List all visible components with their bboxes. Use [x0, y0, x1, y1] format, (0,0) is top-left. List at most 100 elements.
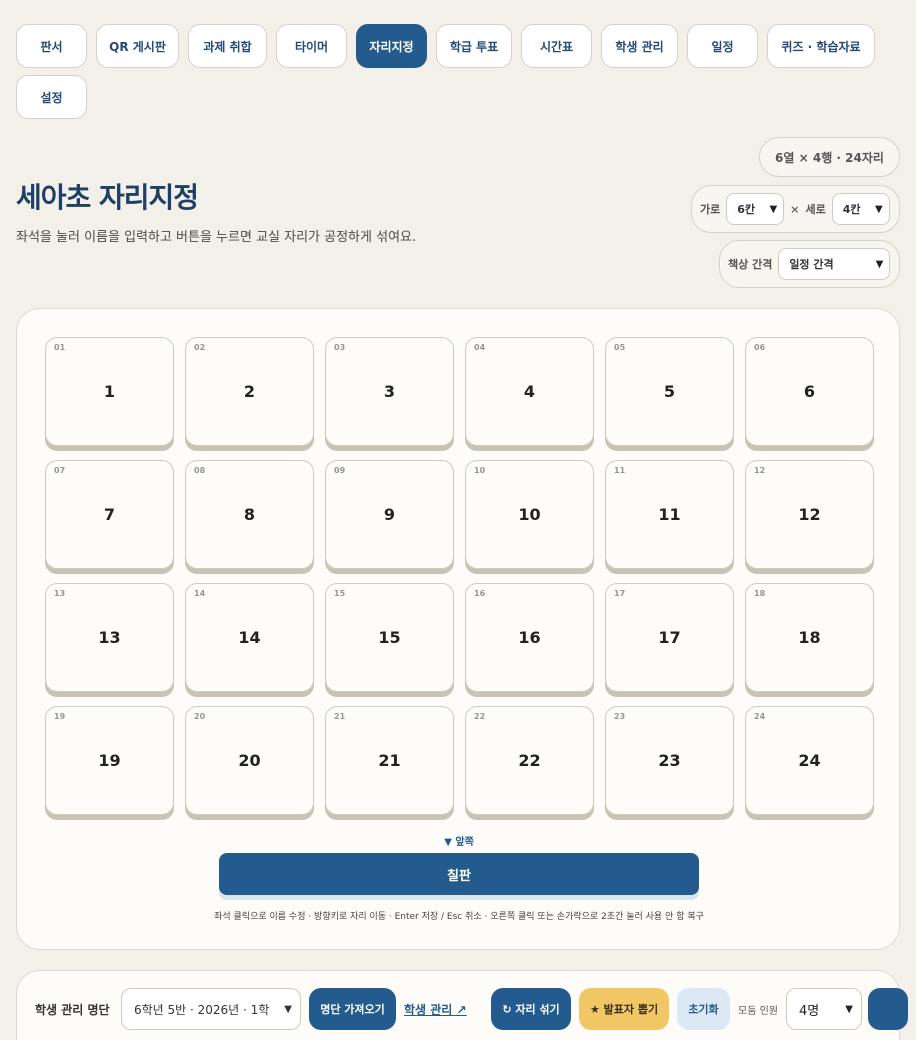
chevron-down-icon: ▼ [875, 203, 883, 215]
seat-number: 14 [194, 589, 206, 598]
seat-card[interactable]: 06 6 [745, 337, 874, 446]
seat-card[interactable]: 15 15 [325, 583, 454, 692]
tab-settings[interactable]: 설정 [16, 75, 87, 119]
seat-card[interactable]: 03 3 [325, 337, 454, 446]
seat-card[interactable]: 21 21 [325, 706, 454, 815]
seat-student-name: 14 [238, 628, 261, 647]
gap-select[interactable]: 일정 간격 ▼ [778, 248, 891, 280]
seat-summary-text: 6열 × 4행 · 24자리 [775, 150, 884, 165]
seat-card[interactable]: 05 5 [605, 337, 734, 446]
seat-card[interactable]: 17 17 [605, 583, 734, 692]
tab-timer[interactable]: 타이머 [276, 24, 347, 68]
seat-number: 21 [334, 712, 346, 721]
rows-label: 세로 [805, 203, 826, 216]
seat-number: 10 [474, 466, 486, 475]
bottom-toolbar: 학생 관리 명단 6학년 5반 · 2026년 · 1학 ▼ 명단 가져오기 학… [16, 970, 908, 1040]
front-label: ▼ 앞쪽 [444, 837, 474, 848]
seat-summary-badge: 6열 × 4행 · 24자리 [759, 137, 900, 177]
seat-student-name: 13 [98, 628, 121, 647]
group-size-select[interactable]: 4명 ▼ [786, 988, 862, 1030]
tab-qr-board[interactable]: QR 게시판 [96, 24, 179, 68]
seat-card[interactable]: 14 14 [185, 583, 314, 692]
chalkboard-label: 칠판 [447, 868, 471, 884]
seat-card[interactable]: 09 9 [325, 460, 454, 569]
seat-number: 07 [54, 466, 66, 475]
seat-number: 23 [614, 712, 626, 721]
import-roster-button[interactable]: 명단 가져오기 [309, 988, 396, 1030]
seat-card[interactable]: 12 12 [745, 460, 874, 569]
seat-card[interactable]: 18 18 [745, 583, 874, 692]
seat-card[interactable]: 23 23 [605, 706, 734, 815]
roster-value: 6학년 5반 · 2026년 · 1학 [134, 1002, 270, 1017]
tab-class-vote[interactable]: 학급 투표 [436, 24, 512, 68]
seat-card[interactable]: 19 19 [45, 706, 174, 815]
seat-card[interactable]: 08 8 [185, 460, 314, 569]
tab-seating[interactable]: 자리지정 [356, 24, 427, 68]
rows-select[interactable]: 4칸 ▼ [831, 193, 890, 225]
group-size-label: 모둠 인원 [738, 1006, 778, 1017]
seat-card[interactable]: 04 4 [465, 337, 594, 446]
seat-card[interactable]: 13 13 [45, 583, 174, 692]
seat-number: 11 [614, 466, 626, 475]
shuffle-seats-button[interactable]: ↻ 자리 섞기 [491, 988, 571, 1030]
seat-number: 12 [754, 466, 766, 475]
chevron-down-icon: ▼ [875, 258, 884, 270]
tab-board[interactable]: 판서 [16, 24, 87, 68]
seat-number: 17 [614, 589, 626, 598]
seat-student-name: 18 [798, 628, 821, 647]
seat-card[interactable]: 22 22 [465, 706, 594, 815]
seat-number: 01 [54, 343, 66, 352]
grid-size-controls: 가로 6칸 ▼ × 세로 4칸 ▼ [691, 185, 900, 233]
gap-label: 책상 간격 [728, 258, 773, 271]
cols-select[interactable]: 6칸 ▼ [726, 193, 785, 225]
student-manage-link[interactable]: 학생 관리 ↗ [404, 1001, 467, 1018]
seat-number: 04 [474, 343, 486, 352]
seat-number: 08 [194, 466, 206, 475]
seat-number: 09 [334, 466, 346, 475]
seat-card[interactable]: 16 16 [465, 583, 594, 692]
cols-label: 가로 [700, 203, 721, 216]
tab-schedule[interactable]: 일정 [687, 24, 758, 68]
seat-number: 16 [474, 589, 486, 598]
pick-presenter-button[interactable]: ★ 발표자 뽑기 [579, 988, 669, 1030]
seat-student-name: 15 [378, 628, 401, 647]
tab-quiz[interactable]: 퀴즈 · 학습자료 [767, 24, 875, 68]
seat-card[interactable]: 02 2 [185, 337, 314, 446]
seat-student-name: 1 [103, 382, 116, 401]
seat-student-name: 3 [383, 382, 396, 401]
seat-student-name: 17 [658, 628, 681, 647]
seat-card[interactable]: 01 1 [45, 337, 174, 446]
seat-card[interactable]: 10 10 [465, 460, 594, 569]
seat-student-name: 9 [383, 505, 396, 524]
more-button[interactable] [868, 988, 908, 1030]
seat-card[interactable]: 07 7 [45, 460, 174, 569]
seat-number: 03 [334, 343, 346, 352]
page-subtitle: 좌석을 눌러 이름을 입력하고 버튼을 누르면 교실 자리가 공정하게 섞여요. [16, 230, 417, 245]
page-title: 세아초 자리지정 [16, 181, 199, 214]
seat-student-name: 19 [98, 751, 121, 770]
seat-student-name: 5 [663, 382, 676, 401]
seat-number: 24 [754, 712, 766, 721]
gap-value: 일정 간격 [789, 258, 834, 271]
seat-number: 02 [194, 343, 206, 352]
seat-card[interactable]: 11 11 [605, 460, 734, 569]
roster-select[interactable]: 6학년 5반 · 2026년 · 1학 ▼ [121, 988, 301, 1030]
seat-number: 13 [54, 589, 66, 598]
tab-assignments[interactable]: 과제 취합 [188, 24, 267, 68]
rows-value: 4칸 [842, 203, 861, 216]
seat-card[interactable]: 20 20 [185, 706, 314, 815]
seat-student-name: 22 [518, 751, 541, 770]
reset-button[interactable]: 초기화 [677, 988, 730, 1030]
seat-student-name: 16 [518, 628, 541, 647]
seat-number: 06 [754, 343, 766, 352]
roster-label: 학생 관리 명단 [35, 1003, 110, 1017]
tab-students[interactable]: 학생 관리 [601, 24, 678, 68]
tab-timetable[interactable]: 시간표 [521, 24, 592, 68]
seat-card[interactable]: 24 24 [745, 706, 874, 815]
seat-student-name: 10 [518, 505, 541, 524]
cols-value: 6칸 [737, 203, 756, 216]
group-size-value: 4명 [799, 1003, 820, 1019]
seat-number: 15 [334, 589, 346, 598]
chevron-down-icon: ▼ [284, 1003, 292, 1015]
seat-student-name: 24 [798, 751, 821, 770]
